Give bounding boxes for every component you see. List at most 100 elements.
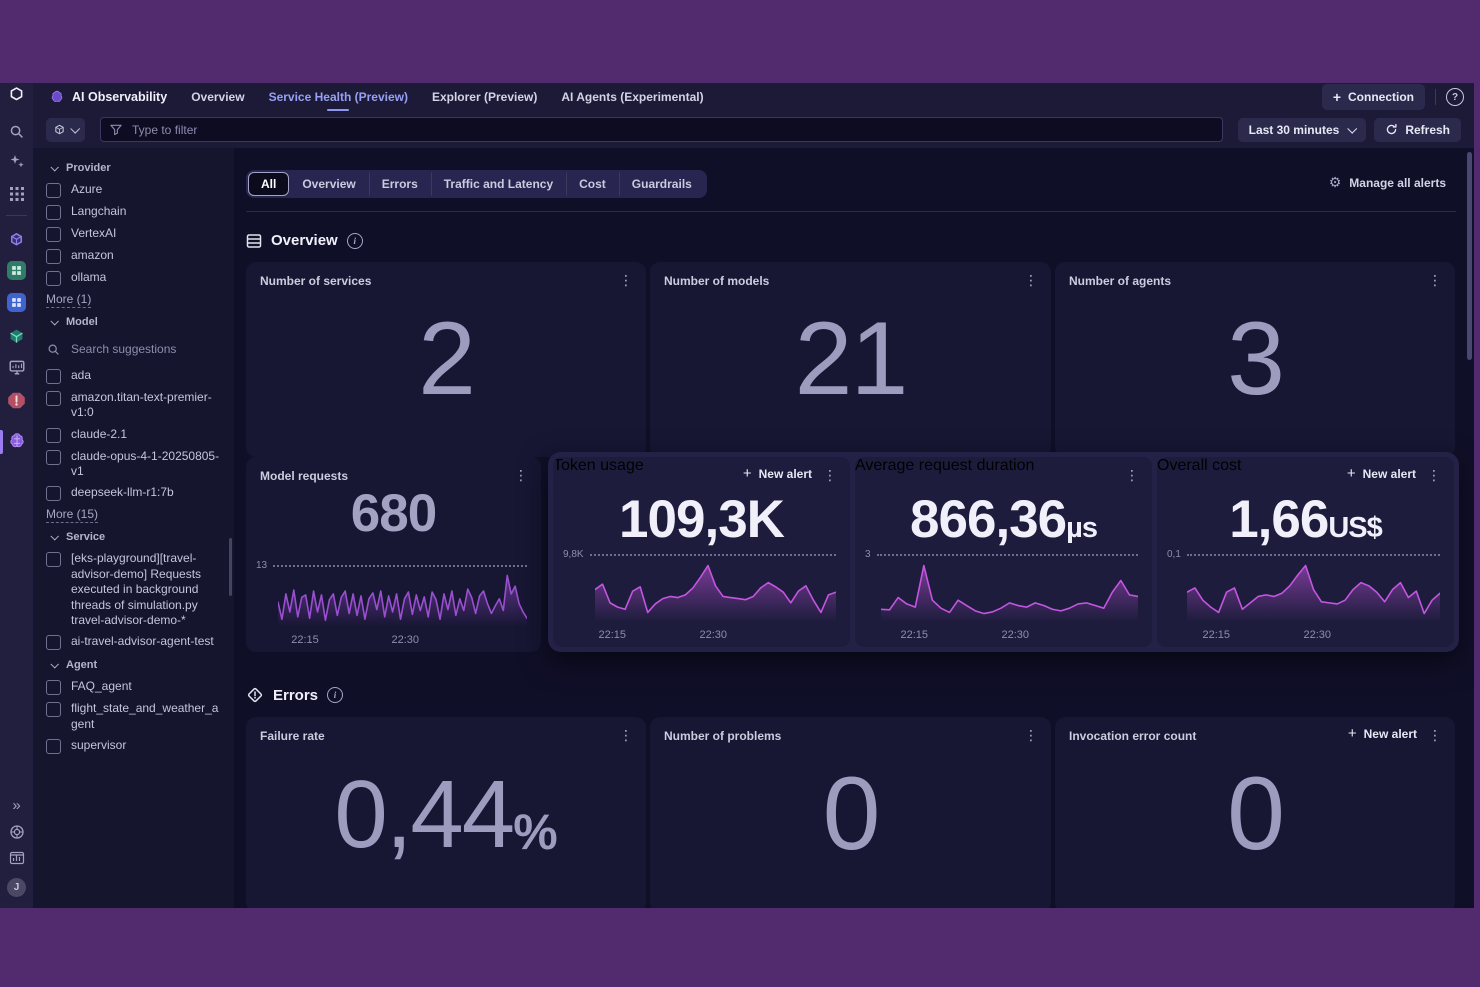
app-icon-teal-3d[interactable]: [0, 324, 33, 346]
checkbox[interactable]: [46, 391, 61, 406]
filter-group-model[interactable]: Model: [33, 310, 234, 333]
app-icon-alert-octagon[interactable]: [0, 389, 33, 411]
connection-button[interactable]: + Connection: [1322, 84, 1425, 110]
chip-traffic-latency[interactable]: Traffic and Latency: [431, 172, 566, 196]
card-number-of-models[interactable]: Number of models ⋮ 21: [650, 262, 1051, 457]
chip-overview[interactable]: Overview: [289, 172, 368, 196]
new-alert-button[interactable]: +New alert: [743, 466, 812, 481]
filter-option-ollama[interactable]: ollama: [33, 267, 234, 289]
filter-option-flight-agent[interactable]: flight_state_and_weather_agent: [33, 698, 234, 735]
checkbox[interactable]: [46, 428, 61, 443]
chip-cost[interactable]: Cost: [566, 172, 619, 196]
checkbox[interactable]: [46, 486, 61, 501]
card-number-of-problems[interactable]: Number of problems ⋮ 0: [650, 717, 1051, 908]
usage-chart-icon[interactable]: [0, 848, 33, 868]
checkbox[interactable]: [46, 680, 61, 695]
app-icon-purple-cube[interactable]: [0, 228, 33, 250]
filter-option-claude21[interactable]: claude-2.1: [33, 424, 234, 446]
user-avatar[interactable]: J: [0, 876, 33, 898]
checkbox[interactable]: [46, 183, 61, 198]
filter-option-vertexai[interactable]: VertexAI: [33, 223, 234, 245]
checkbox[interactable]: [46, 552, 61, 567]
cube-icon: [53, 123, 66, 136]
card-value-unit: %: [513, 803, 557, 861]
section-overview-header: Overview i: [246, 232, 363, 249]
filter-group-provider[interactable]: Provider: [33, 156, 234, 179]
chip-errors[interactable]: Errors: [369, 172, 431, 196]
model-more-link[interactable]: More (15): [46, 507, 98, 523]
tab-explorer[interactable]: Explorer (Preview): [432, 86, 537, 108]
filter-option-ada[interactable]: ada: [33, 365, 234, 387]
tab-service-health[interactable]: Service Health (Preview): [269, 86, 408, 108]
chip-all[interactable]: All: [248, 172, 289, 196]
chip-guardrails[interactable]: Guardrails: [619, 172, 705, 196]
card-number-of-agents[interactable]: Number of agents ⋮ 3: [1055, 262, 1455, 457]
chevron-down-icon: [50, 163, 58, 171]
rail-divider: [6, 215, 27, 216]
filter-option-supervisor[interactable]: supervisor: [33, 735, 234, 757]
funnel-icon: [110, 124, 122, 136]
checkbox[interactable]: [46, 739, 61, 754]
filter-option-deepseek[interactable]: deepseek-llm-r1:7b: [33, 482, 234, 504]
checkbox[interactable]: [46, 450, 61, 465]
dynatrace-logo-icon[interactable]: [0, 85, 33, 103]
info-icon[interactable]: i: [327, 687, 343, 703]
app-icon-monitor[interactable]: [0, 356, 33, 378]
info-icon[interactable]: i: [347, 233, 363, 249]
kebab-menu-icon[interactable]: ⋮: [1425, 466, 1443, 484]
checkbox[interactable]: [46, 249, 61, 264]
filter-option-titan[interactable]: amazon.titan-text-premier-v1:0: [33, 387, 234, 424]
app-icon-ai-observability-brain[interactable]: [0, 429, 33, 453]
app-icon-green-teams[interactable]: [0, 259, 33, 281]
kebab-menu-icon[interactable]: ⋮: [821, 466, 839, 484]
card-failure-rate[interactable]: Failure rate ⋮ 0,44%: [246, 717, 646, 908]
category-chips: All Overview Errors Traffic and Latency …: [246, 170, 707, 198]
filter-option-azure[interactable]: Azure: [33, 179, 234, 201]
model-search-input[interactable]: [69, 341, 203, 357]
card-average-request-duration[interactable]: Average request duration ⋮ 866,36µs 3 22…: [855, 457, 1152, 647]
search-icon[interactable]: [0, 122, 33, 140]
filter-option-faq-agent[interactable]: FAQ_agent: [33, 676, 234, 698]
expand-rail-icon[interactable]: »: [0, 795, 33, 815]
sidebar-scrollbar[interactable]: [229, 538, 232, 596]
app-icon-blue-squares[interactable]: [0, 291, 33, 313]
kebab-menu-icon[interactable]: ⋮: [1123, 466, 1141, 484]
card-token-usage[interactable]: Token usage +New alert ⋮ 109,3K 9,8K 22:…: [553, 457, 850, 647]
checkbox[interactable]: [46, 635, 61, 650]
card-overall-cost[interactable]: Overall cost +New alert ⋮ 1,66US$ 0,1 22…: [1157, 457, 1454, 647]
main-scrollbar[interactable]: [1467, 152, 1472, 360]
filter-group-agent[interactable]: Agent: [33, 653, 234, 676]
provider-more-link[interactable]: More (1): [46, 292, 91, 308]
filter-group-service[interactable]: Service: [33, 525, 234, 548]
checkbox[interactable]: [46, 369, 61, 384]
filter-option-amazon[interactable]: amazon: [33, 245, 234, 267]
kebab-menu-icon[interactable]: ⋮: [512, 466, 530, 484]
app-title-label: AI Observability: [72, 90, 167, 104]
time-range-dropdown[interactable]: Last 30 minutes: [1238, 118, 1367, 142]
checkbox[interactable]: [46, 227, 61, 242]
filter-input-wrap[interactable]: [100, 117, 1223, 142]
scope-selector-button[interactable]: [46, 118, 85, 142]
filter-option-langchain[interactable]: Langchain: [33, 201, 234, 223]
filter-option-ai-travel-advisor[interactable]: ai-travel-advisor-agent-test: [33, 631, 234, 653]
filter-input[interactable]: [130, 122, 1213, 138]
checkbox[interactable]: [46, 271, 61, 286]
checkbox[interactable]: [46, 205, 61, 220]
card-number-of-services[interactable]: Number of services ⋮ 2: [246, 262, 646, 457]
chevron-down-icon: [50, 660, 58, 668]
card-model-requests[interactable]: Model requests ⋮ 680 13 22:15 22:30: [246, 457, 541, 652]
ai-sparkles-icon[interactable]: [0, 152, 33, 170]
apps-grid-icon[interactable]: [0, 185, 33, 203]
tab-ai-agents[interactable]: AI Agents (Experimental): [561, 86, 703, 108]
model-search[interactable]: [33, 333, 234, 365]
filter-option-claude-opus[interactable]: claude-opus-4-1-20250805-v1: [33, 446, 234, 483]
card-invocation-error-count[interactable]: Invocation error count +New alert ⋮ 0: [1055, 717, 1455, 908]
new-alert-button[interactable]: +New alert: [1347, 466, 1416, 481]
help-icon[interactable]: ?: [1446, 88, 1464, 106]
support-lifebuoy-icon[interactable]: [0, 822, 33, 842]
manage-all-alerts-button[interactable]: ⚙ Manage all alerts: [1329, 174, 1446, 191]
filter-option-eks-playground[interactable]: [eks-playground][travel-advisor-demo] Re…: [33, 548, 234, 631]
checkbox[interactable]: [46, 702, 61, 717]
refresh-button[interactable]: Refresh: [1374, 118, 1461, 142]
tab-overview[interactable]: Overview: [191, 86, 244, 108]
